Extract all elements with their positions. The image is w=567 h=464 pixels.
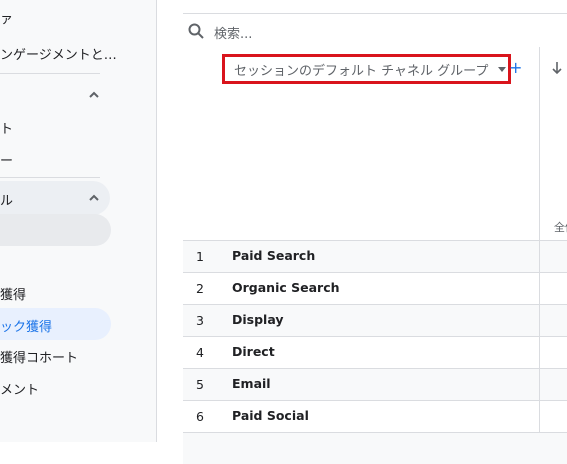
sidebar-item-engagement-partial[interactable]: メント (0, 379, 39, 398)
sidebar-item-user-acquisition[interactable]: 獲得 (0, 284, 26, 303)
row-label[interactable]: Direct (232, 344, 275, 359)
table-row[interactable]: 1 Paid Search (183, 240, 567, 272)
search-input[interactable]: 検索... (214, 23, 252, 42)
row-index: 1 (196, 249, 204, 264)
table-row[interactable]: 5 Email (183, 368, 567, 400)
sidebar-item-overview[interactable] (0, 214, 111, 246)
add-dimension-button[interactable]: + (509, 60, 522, 76)
dropdown-caret-icon (498, 66, 507, 72)
metric-total-label: 全体 (554, 221, 567, 234)
cell-divider (539, 369, 540, 400)
search-icon (188, 23, 204, 39)
sidebar-item-traffic-acquisition[interactable]: ック獲得 (0, 316, 52, 335)
cell-divider (539, 305, 540, 336)
row-index: 4 (196, 345, 204, 360)
sidebar-divider (0, 177, 100, 178)
sidebar: ァ ンゲージメントと… ト ー ル 獲得 ック獲得 獲得コホート メント (0, 0, 157, 442)
sidebar-item-partial-1[interactable]: ト (0, 118, 13, 137)
table-row[interactable]: 3 Display (183, 304, 567, 336)
table-row[interactable]: 6 Paid Social (183, 400, 567, 432)
divider (183, 13, 567, 14)
row-index: 5 (196, 377, 204, 392)
sidebar-divider (0, 73, 100, 74)
table-row (183, 432, 567, 464)
row-label[interactable]: Display (232, 312, 284, 327)
dimension-selector[interactable]: セッションのデフォルト チャネル グループ (222, 54, 511, 84)
dimension-label: セッションのデフォルト チャネル グループ (234, 63, 489, 79)
cell-divider (539, 273, 540, 304)
sidebar-item-partial-3[interactable]: ル (0, 190, 13, 209)
data-table: 1 Paid Search 2 Organic Search 3 Display… (183, 240, 567, 464)
sort-down-arrow-icon[interactable] (551, 60, 563, 76)
cell-divider (539, 337, 540, 368)
sidebar-item-engagement[interactable]: ンゲージメントと… (0, 44, 117, 63)
cell-divider (539, 401, 540, 432)
row-index: 2 (196, 281, 204, 296)
row-index: 6 (196, 409, 204, 424)
chevron-up-icon[interactable] (87, 191, 101, 205)
row-label[interactable]: Email (232, 376, 271, 391)
report-main: 検索... セッションのデフォルト チャネル グループ + 全体 1 Paid … (157, 0, 567, 464)
row-label[interactable]: Paid Search (232, 248, 315, 263)
chevron-up-icon[interactable] (87, 88, 101, 102)
sidebar-item-title: ァ (0, 12, 14, 27)
table-row[interactable]: 4 Direct (183, 336, 567, 368)
cell-divider (539, 241, 540, 272)
sidebar-item-partial-2[interactable]: ー (0, 150, 13, 169)
row-label[interactable]: Organic Search (232, 280, 340, 295)
sidebar-item-acquisition-cohort[interactable]: 獲得コホート (0, 347, 78, 366)
row-index: 3 (196, 313, 204, 328)
table-row[interactable]: 2 Organic Search (183, 272, 567, 304)
row-label[interactable]: Paid Social (232, 408, 309, 423)
